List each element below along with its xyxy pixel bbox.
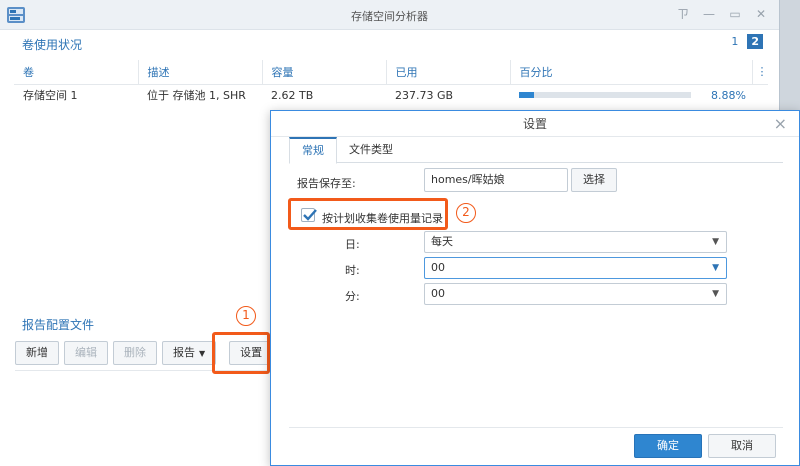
hour-select-value: 00 [431, 261, 445, 274]
tab-general[interactable]: 常规 [289, 137, 337, 164]
usage-progress-fill [519, 92, 535, 99]
schedule-highlight-box [288, 198, 448, 230]
column-header-description[interactable]: 描述 [137, 60, 262, 85]
day-select[interactable]: 每天 ▼ [424, 231, 727, 253]
pin-icon[interactable]: ㄗ [675, 7, 691, 21]
cell-description: 位于 存储池 1, SHR [147, 89, 246, 103]
day-select-value: 每天 [431, 235, 453, 248]
dialog-footer-divider [289, 427, 783, 428]
pager: 1 2 [728, 34, 763, 49]
hour-select[interactable]: 00 ▼ [424, 257, 727, 279]
step-1-marker: 1 [236, 306, 256, 326]
volume-table: 卷 描述 容量 已用 百分比 ⋮ 存储空间 1 位于 存储池 1, SHR 2.… [14, 60, 768, 106]
cell-capacity: 2.62 TB [271, 88, 314, 102]
delete-button[interactable]: 删除 [113, 341, 157, 365]
report-button-label: 报告 [173, 346, 195, 359]
usage-percent-text: 8.88% [711, 88, 746, 102]
browse-button[interactable]: 选择 [571, 168, 617, 192]
cancel-button[interactable]: 取消 [708, 434, 776, 458]
table-row[interactable]: 存储空间 1 位于 存储池 1, SHR 2.62 TB 237.73 GB 8… [14, 84, 768, 106]
more-columns-icon[interactable]: ⋮ [751, 60, 768, 85]
dialog-title-text: 设置 [522, 117, 547, 131]
dialog-tabs: 常规 文件类型 [289, 137, 783, 164]
save-location-label: 报告保存至: [297, 177, 356, 190]
settings-dialog: 设置 × 常规 文件类型 报告保存至: homes/晖姑娘 选择 按计划收集卷使… [270, 110, 800, 466]
chevron-down-icon: ▼ [712, 237, 719, 247]
minimize-icon[interactable]: — [701, 7, 717, 21]
column-header-used[interactable]: 已用 [385, 60, 510, 85]
close-icon[interactable]: × [774, 111, 787, 137]
minute-select[interactable]: 00 ▼ [424, 283, 727, 305]
hour-label: 时: [345, 264, 360, 277]
cell-percent: 8.88% [510, 84, 752, 106]
new-button[interactable]: 新增 [15, 341, 59, 365]
page-2-link[interactable]: 2 [747, 34, 763, 49]
report-profiles-heading: 报告配置文件 [22, 318, 95, 332]
settings-highlight-box [212, 332, 270, 374]
cell-used: 237.73 GB [395, 88, 454, 102]
tab-file-types[interactable]: 文件类型 [337, 137, 405, 163]
column-header-percent[interactable]: 百分比 [509, 60, 752, 85]
page-1-link[interactable]: 1 [728, 35, 741, 48]
chevron-down-icon: ▼ [712, 289, 719, 299]
cell-volume: 存储空间 1 [23, 89, 78, 103]
close-icon[interactable]: ✕ [753, 7, 769, 21]
minute-label: 分: [345, 290, 360, 303]
window-controls: ㄗ — ▭ ✕ [675, 7, 769, 21]
step-2-marker: 2 [456, 203, 476, 223]
column-header-capacity[interactable]: 容量 [261, 60, 386, 85]
save-path-field[interactable]: homes/晖姑娘 [424, 168, 568, 192]
table-header-row: 卷 描述 容量 已用 百分比 ⋮ [14, 60, 768, 85]
day-label: 日: [345, 238, 360, 251]
chevron-down-icon: ▼ [712, 263, 719, 273]
minute-select-value: 00 [431, 287, 445, 300]
window-title: 存储空间分析器 [351, 10, 428, 23]
volume-usage-heading: 卷使用状况 [22, 38, 83, 52]
chevron-down-icon: ▼ [199, 349, 206, 358]
edit-button[interactable]: 编辑 [64, 341, 108, 365]
column-header-volume[interactable]: 卷 [14, 60, 138, 85]
ok-button[interactable]: 确定 [634, 434, 702, 458]
dialog-title: 设置 × [271, 111, 799, 137]
usage-progress-bar [519, 92, 691, 99]
maximize-icon[interactable]: ▭ [727, 7, 743, 21]
report-dropdown-button[interactable]: 报告 ▼ [162, 341, 217, 365]
title-bar: 存储空间分析器 ㄗ — ▭ ✕ [0, 0, 779, 30]
